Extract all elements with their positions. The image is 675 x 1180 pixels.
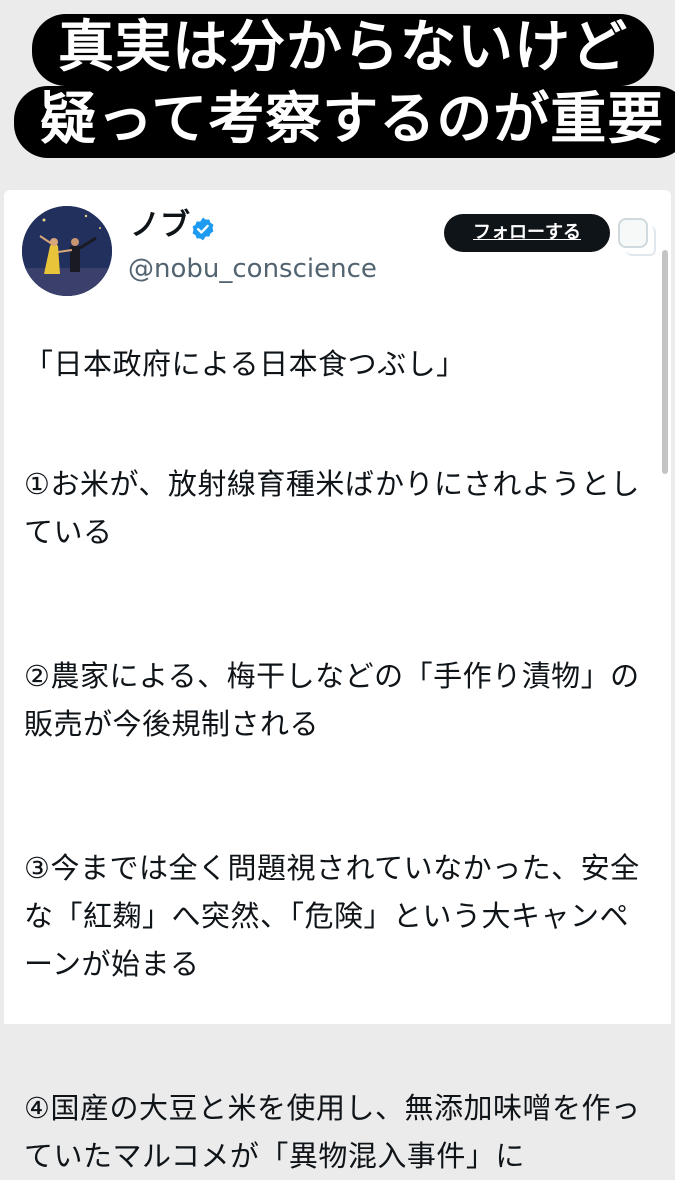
- tweet-paragraph-3: ③今までは全く問題視されていなかった、安全な「紅麹」へ突然、「危険」という大キャ…: [24, 851, 640, 981]
- tweet-paragraph-1: ①お米が、放射線育種米ばかりにされようとしている: [24, 467, 640, 549]
- tweet-paragraph-title: 「日本政府による日本食つぶし」: [24, 347, 466, 381]
- caption-line-1: 真実は分からないけど: [32, 14, 654, 86]
- avatar-image: [22, 206, 112, 296]
- follow-button[interactable]: フォローする: [444, 214, 610, 252]
- verified-badge-icon: [192, 217, 214, 241]
- caption-line-2: 疑って考察するのが重要: [14, 86, 675, 158]
- scrollbar[interactable]: [662, 250, 668, 474]
- user-handle[interactable]: @nobu_conscience: [128, 252, 377, 286]
- tweet-card: ノブ @nobu_conscience フォローする 「日本政府による日本食つぶ…: [4, 190, 671, 1173]
- tweet-paragraph-4: ④国産の大豆と米を使用し、無添加味噌を作っていたマルコメが「異物混入事件」に: [24, 1091, 641, 1173]
- more-options-icon[interactable]: [618, 218, 656, 256]
- avatar[interactable]: [22, 206, 112, 296]
- tweet-text: 「日本政府による日本食つぶし」 ①お米が、放射線育種米ばかりにされようとしている…: [24, 340, 644, 1180]
- tweet-paragraph-2: ②農家による、梅干しなどの「手作り漬物」の販売が今後規制される: [24, 659, 640, 741]
- user-display-name[interactable]: ノブ: [130, 208, 190, 244]
- caption-banner: 真実は分からないけど 疑って考察するのが重要: [0, 0, 675, 190]
